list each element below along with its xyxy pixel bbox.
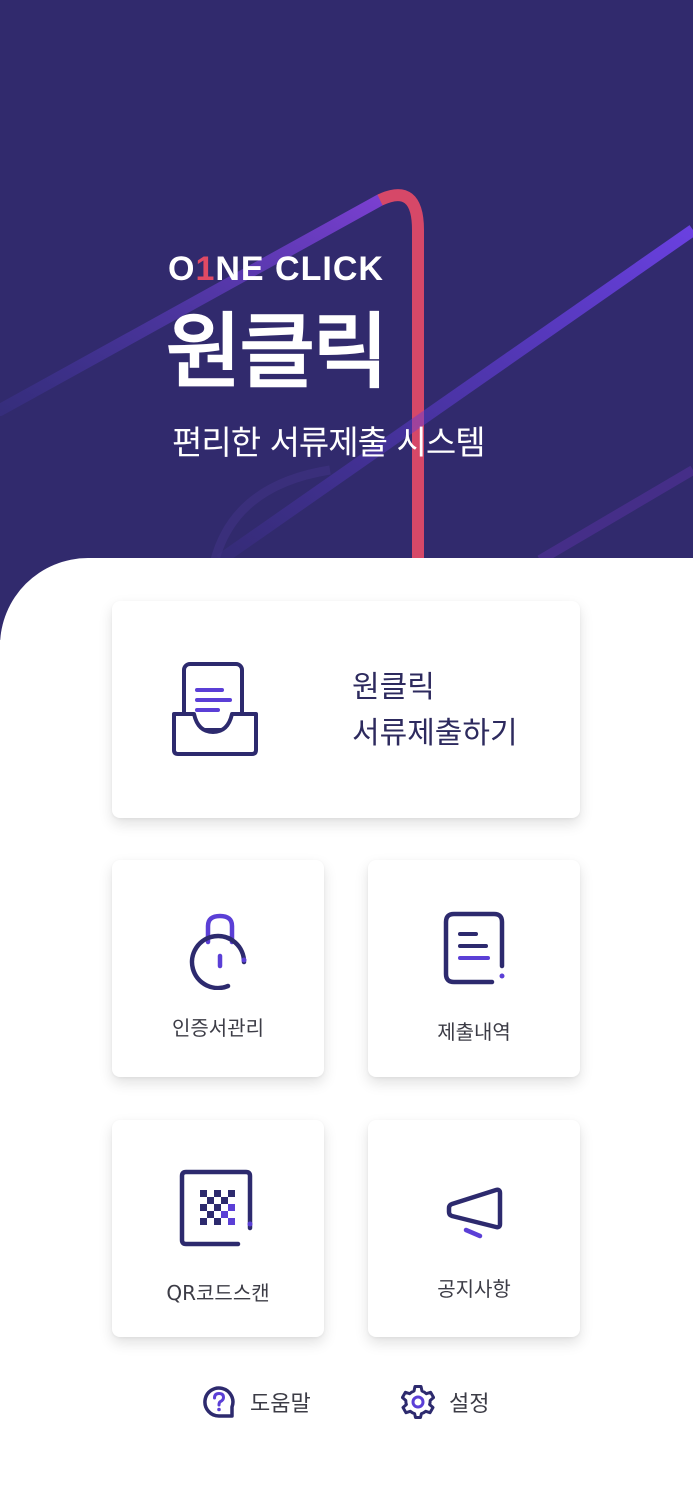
- qr-scan-card[interactable]: QR코드스캔: [112, 1120, 324, 1337]
- help-label: 도움말: [250, 1392, 311, 1417]
- app-subtitle: 편리한 서류제출 시스템: [172, 423, 486, 462]
- submission-history-label: 제출내역: [437, 1020, 511, 1044]
- lock-icon: [189, 913, 247, 990]
- megaphone-icon: [446, 1187, 503, 1239]
- submission-history-card[interactable]: 제출내역: [368, 860, 580, 1077]
- certificate-management-card[interactable]: 인증서관리: [112, 860, 324, 1077]
- gear-icon: [401, 1385, 435, 1419]
- certificate-management-label: 인증서관리: [172, 1016, 264, 1040]
- settings-label: 설정: [449, 1392, 490, 1417]
- app-title: 원클릭: [166, 305, 388, 400]
- hero-banner: O1NE CLICK 원클릭 편리한 서류제출 시스템: [0, 0, 693, 640]
- qr-code-icon: [179, 1169, 253, 1247]
- notice-label: 공지사항: [437, 1277, 511, 1301]
- submit-documents-label: 원클릭 서류제출하기: [352, 670, 518, 751]
- document-list-icon: [443, 911, 505, 985]
- qr-scan-label: QR코드스캔: [166, 1281, 270, 1305]
- document-tray-icon: [172, 662, 258, 756]
- settings-button[interactable]: 설정: [401, 1385, 489, 1419]
- notice-card[interactable]: 공지사항: [368, 1120, 580, 1337]
- help-button[interactable]: 도움말: [202, 1385, 311, 1419]
- brand-logo: O1NE CLICK: [168, 250, 384, 288]
- help-icon: [203, 1386, 235, 1418]
- submit-documents-card[interactable]: 원클릭 서류제출하기: [112, 601, 580, 818]
